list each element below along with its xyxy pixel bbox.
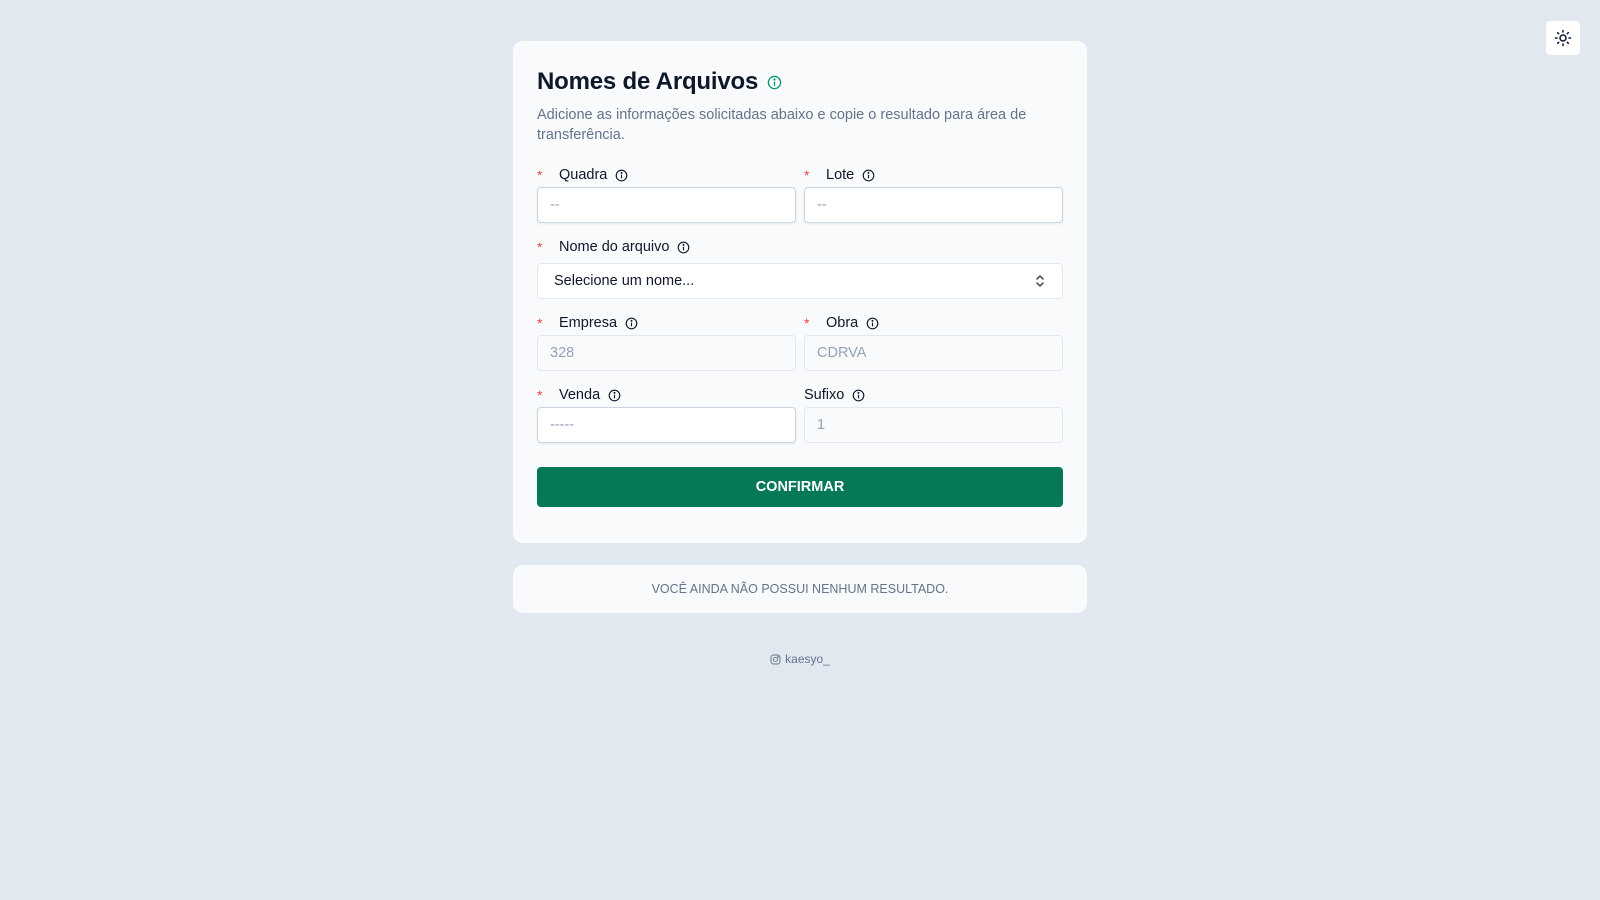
chevron-up-down-icon [1034,274,1046,288]
info-icon[interactable] [767,75,782,90]
page-title: Nomes de Arquivos [537,68,759,95]
quadra-input[interactable] [537,187,796,223]
empresa-input[interactable] [537,335,796,371]
info-icon[interactable] [677,241,690,254]
empresa-label: * Empresa [537,313,638,333]
lote-input[interactable] [804,187,1063,223]
sufixo-label-text: Sufixo [804,387,845,403]
sun-icon [1554,29,1572,47]
nome-arquivo-label-text: Nome do arquivo [559,239,670,255]
instagram-icon [770,654,781,665]
footer-handle: kaesyo_ [785,652,830,666]
instagram-link[interactable]: kaesyo_ [770,652,830,666]
info-icon[interactable] [862,169,875,182]
lote-label-text: Lote [826,167,855,183]
theme-toggle-button[interactable] [1546,21,1580,55]
info-icon[interactable] [615,169,628,182]
info-icon[interactable] [866,317,879,330]
required-marker: * [804,167,810,183]
confirm-button[interactable]: CONFIRMAR [537,467,1063,507]
nome-arquivo-select[interactable]: Selecione um nome... [537,263,1063,299]
required-marker: * [537,239,543,255]
required-marker: * [537,387,543,403]
empresa-label-text: Empresa [559,315,618,331]
obra-label-text: Obra [826,315,859,331]
empty-result-text: VOCÊ AINDA NÃO POSSUI NENHUM RESULTADO. [651,582,949,596]
nome-arquivo-selected: Selecione um nome... [554,273,695,289]
quadra-label-text: Quadra [559,167,608,183]
required-marker: * [537,315,543,331]
venda-label-text: Venda [559,387,601,403]
info-icon[interactable] [625,317,638,330]
page-subtitle: Adicione as informações solicitadas abai… [537,107,1027,143]
required-marker: * [537,167,543,183]
result-panel: VOCÊ AINDA NÃO POSSUI NENHUM RESULTADO. [513,565,1087,613]
obra-input[interactable] [804,335,1063,371]
form-card: Nomes de Arquivos Adicione as informaçõe… [513,41,1087,543]
title-row: Nomes de Arquivos [537,65,1063,99]
venda-label: * Venda [537,385,621,405]
footer: kaesyo_ [0,652,1600,666]
info-icon[interactable] [608,389,621,402]
obra-label: * Obra [804,313,879,333]
venda-input[interactable] [537,407,796,443]
lote-label: * Lote [804,165,875,185]
nome-arquivo-label: * Nome do arquivo [537,237,690,257]
required-marker: * [804,315,810,331]
sufixo-input[interactable] [804,407,1063,443]
quadra-label: * Quadra [537,165,628,185]
info-icon[interactable] [852,389,865,402]
sufixo-label: Sufixo [804,385,865,405]
